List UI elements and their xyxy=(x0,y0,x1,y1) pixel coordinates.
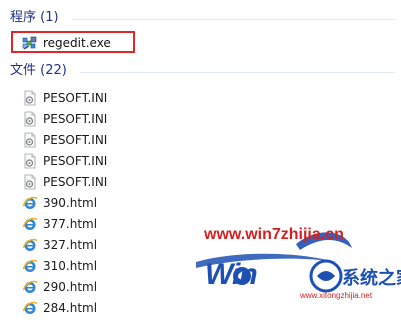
ie-html-icon xyxy=(22,237,38,253)
file-label: 310.html xyxy=(43,259,98,273)
programs-section-divider xyxy=(72,19,395,20)
files-section-header: 文件 (22) xyxy=(10,63,67,78)
file-row[interactable]: 377.html xyxy=(22,214,222,234)
file-label: PESOFT.INI xyxy=(43,133,108,147)
programs-section-header: 程序 (1) xyxy=(10,10,59,25)
file-label: PESOFT.INI xyxy=(43,112,108,126)
watermark-sub-url: www.xitongzhijia.net xyxy=(300,291,373,300)
file-label: 377.html xyxy=(43,217,98,231)
file-row[interactable]: 327.html xyxy=(22,235,222,255)
ie-html-icon xyxy=(22,279,38,295)
file-row[interactable]: 290.html xyxy=(22,277,222,297)
ini-file-icon xyxy=(22,174,38,190)
program-row-regedit[interactable]: regedit.exe xyxy=(11,31,135,53)
file-label: 390.html xyxy=(43,196,98,210)
registry-editor-icon xyxy=(22,35,38,51)
file-label: PESOFT.INI xyxy=(43,175,108,189)
ini-file-icon xyxy=(22,132,38,148)
file-row[interactable]: PESOFT.INI xyxy=(22,151,222,171)
file-label: PESOFT.INI xyxy=(43,154,108,168)
file-row[interactable]: PESOFT.INI xyxy=(22,130,222,150)
file-row[interactable]: PESOFT.INI xyxy=(22,172,222,192)
file-row[interactable]: 310.html xyxy=(22,256,222,276)
file-row[interactable]: PESOFT.INI xyxy=(22,88,222,108)
file-row[interactable]: 390.html xyxy=(22,193,222,213)
file-label: 284.html xyxy=(43,301,98,315)
ini-file-icon xyxy=(22,90,38,106)
ie-html-icon xyxy=(22,195,38,211)
watermark-url: www.win7zhijia.cn xyxy=(204,226,344,243)
file-row[interactable]: PESOFT.INI xyxy=(22,109,222,129)
file-row[interactable]: 284.html xyxy=(22,298,222,318)
ie-html-icon xyxy=(22,300,38,316)
program-label: regedit.exe xyxy=(43,36,111,50)
ini-file-icon xyxy=(22,153,38,169)
ie-html-icon xyxy=(22,216,38,232)
files-section-divider xyxy=(80,72,395,73)
ini-file-icon xyxy=(22,111,38,127)
watermark-brand: 系统之家 xyxy=(342,268,401,288)
file-label: PESOFT.INI xyxy=(43,91,108,105)
file-label: 290.html xyxy=(43,280,98,294)
file-label: 327.html xyxy=(43,238,98,252)
ie-html-icon xyxy=(22,258,38,274)
